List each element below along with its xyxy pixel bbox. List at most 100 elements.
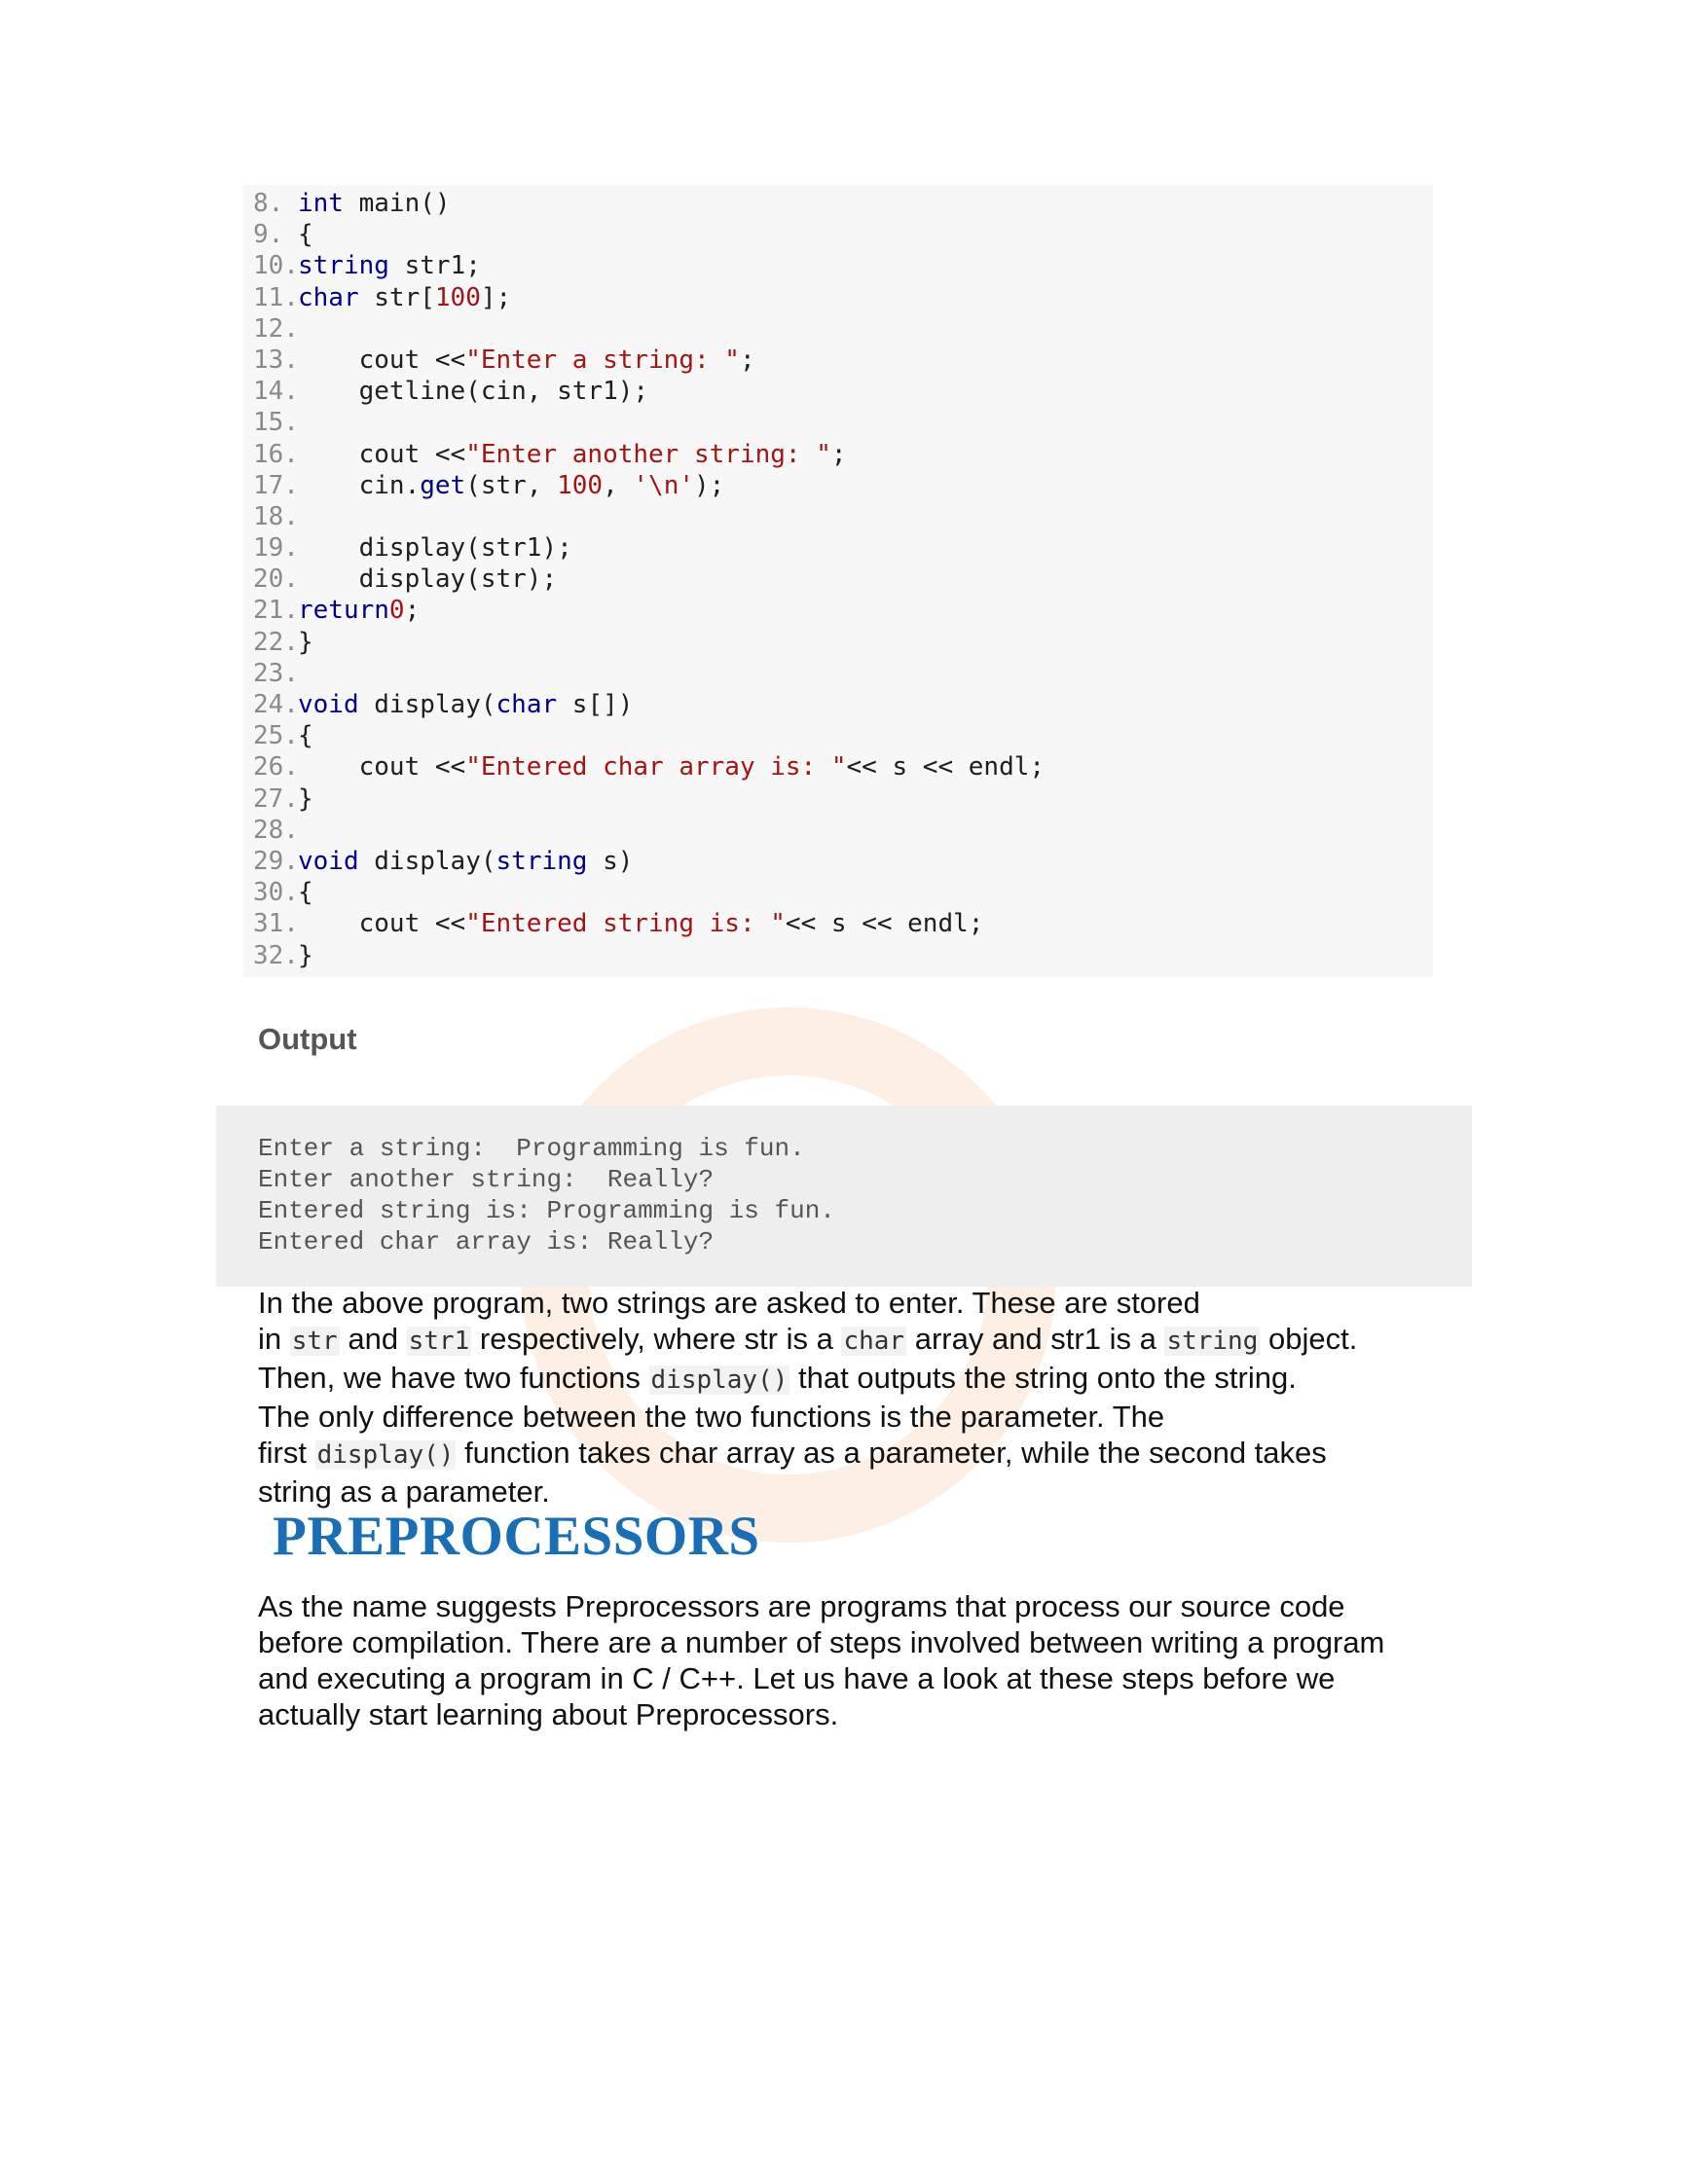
code-token: "Entered char array is: "	[465, 752, 847, 783]
code-token: ;	[739, 345, 755, 375]
code-token: display(	[358, 846, 496, 876]
inline-code: string	[1164, 1327, 1261, 1356]
code-block: 8. int main() 9.{10.string str1; 11.char st…	[243, 185, 1433, 977]
line-number: 26.	[253, 752, 299, 783]
line-number: 31.	[253, 909, 299, 939]
line-number: 28.	[253, 815, 299, 845]
inline-code: str	[289, 1327, 340, 1356]
output-line: Enter a string: Programming is fun.	[258, 1134, 805, 1163]
code-token: str[	[358, 282, 435, 312]
code-line: 23.	[243, 658, 1433, 689]
code-line: 31. cout <<"Entered string is: "<< s << …	[243, 908, 1433, 939]
code-token: {	[298, 220, 313, 250]
line-number: 17.	[253, 470, 299, 500]
code-token: << s << endl;	[785, 909, 984, 939]
code-line: 19. display(str1);	[243, 532, 1433, 564]
code-token: display(str);	[298, 564, 558, 595]
code-token: cin.	[298, 470, 421, 500]
code-line: 10.string str1;	[243, 250, 1433, 281]
code-line: 26. cout <<"Entered char array is: "<< s…	[243, 751, 1433, 783]
code-token: char	[298, 282, 359, 312]
code-token: '\n'	[633, 470, 695, 500]
code-token: ;	[830, 439, 847, 469]
code-token: (str,	[465, 470, 558, 500]
code-token: string	[298, 251, 389, 281]
output-line: Entered string is: Programming is fun.	[258, 1196, 835, 1225]
line-number: 13.	[253, 345, 299, 375]
code-line: 22.}	[243, 627, 1433, 658]
output-line: Enter another string: Really?	[258, 1165, 715, 1194]
code-token: ];	[480, 282, 512, 312]
line-number: 21.	[253, 596, 299, 626]
output-block: Enter a string: Programming is fun. Enter…	[216, 1106, 1472, 1287]
explanation-line: The only difference between the two func…	[258, 1400, 1165, 1434]
code-token: 100	[434, 282, 481, 312]
line-number: 11.	[253, 282, 299, 312]
line-number: 12.	[253, 313, 299, 344]
code-token: get	[420, 470, 466, 500]
code-token: 100	[557, 470, 604, 500]
code-token: }	[298, 627, 313, 657]
explanation-line: first display() function takes char arra…	[258, 1436, 1327, 1470]
inline-code: char	[841, 1327, 907, 1356]
code-token: cout <<	[298, 345, 466, 375]
code-token: "Enter another string: "	[465, 439, 831, 469]
line-number: 14.	[253, 377, 299, 407]
code-token: main()	[343, 189, 451, 218]
code-token: s[])	[557, 690, 634, 719]
code-line: 29.void display(string s)	[243, 846, 1433, 877]
code-line: 24.void display(char s[])	[243, 689, 1433, 720]
explanation-line: In the above program, two strings are as…	[258, 1286, 1200, 1320]
inline-code: display()	[648, 1365, 790, 1395]
code-line: 14. getline(cin, str1);	[243, 376, 1433, 407]
code-token: << s << endl;	[846, 752, 1046, 783]
line-number: 32.	[253, 940, 299, 970]
line-number: 29.	[253, 846, 299, 876]
section-paragraph: As the name suggests Preprocessors are p…	[258, 1588, 1465, 1732]
code-line: 20. display(str);	[243, 564, 1433, 595]
line-number: 10.	[253, 251, 299, 281]
line-number: 25.	[253, 721, 299, 751]
code-token: {	[298, 721, 313, 751]
explanation-paragraph: In the above program, two strings are as…	[258, 1285, 1465, 1510]
explanation-line: Then, we have two functions display() th…	[258, 1361, 1297, 1395]
code-line: 21.return0;	[243, 595, 1433, 626]
line-number: 9.	[253, 220, 284, 250]
code-token: int	[298, 189, 344, 218]
inline-code: str1	[406, 1327, 472, 1356]
code-token: string	[495, 846, 588, 876]
code-token: char	[495, 690, 558, 719]
code-line: 11.char str[100];	[243, 282, 1433, 313]
code-line: 17. cin.get(str, 100, '\n');	[243, 470, 1433, 501]
code-token: cout <<	[298, 752, 466, 783]
code-line: 9. {	[243, 219, 1433, 250]
code-line: 32.}	[243, 940, 1433, 971]
code-token: "Entered string is: "	[465, 909, 786, 939]
code-line: 8. int main()	[243, 188, 1433, 219]
code-token: display(	[358, 690, 496, 719]
section-line: As the name suggests Preprocessors are p…	[258, 1589, 1345, 1623]
code-token: {	[298, 878, 313, 908]
code-token: 0	[388, 596, 405, 626]
code-line: 27.}	[243, 783, 1433, 815]
code-line: 15.	[243, 407, 1433, 438]
code-line: 28.	[243, 815, 1433, 846]
section-line: before compilation. There are a number o…	[258, 1625, 1385, 1659]
code-line: 25.{	[243, 720, 1433, 751]
code-line: 16. cout <<"Enter another string: ";	[243, 439, 1433, 470]
code-token: );	[694, 470, 725, 500]
code-token: void	[298, 690, 359, 719]
code-token: ;	[404, 596, 421, 626]
line-number: 18.	[253, 501, 299, 531]
line-number: 16.	[253, 439, 299, 469]
output-line: Entered char array is: Really?	[258, 1227, 715, 1256]
line-number: 23.	[253, 658, 299, 688]
code-token: cout <<	[298, 439, 466, 469]
code-token: getline(cin, str1);	[298, 377, 649, 407]
inline-code: display()	[314, 1440, 457, 1470]
code-token: "Enter a string: "	[465, 345, 740, 375]
line-number: 20.	[253, 564, 299, 595]
output-heading: Output	[258, 1022, 357, 1056]
code-line: 18.	[243, 501, 1433, 532]
line-number: 19.	[253, 533, 299, 564]
